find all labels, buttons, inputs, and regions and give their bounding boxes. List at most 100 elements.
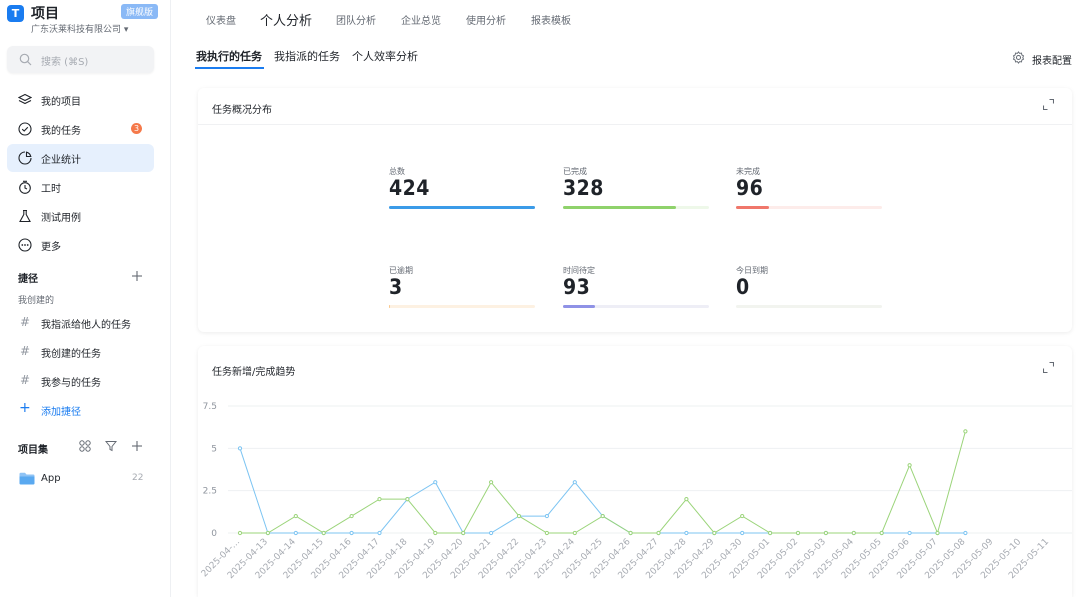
brand-header[interactable]: T 项目 旗舰版 广东沃莱科技有限公司 ▾	[7, 3, 167, 39]
stat-value: 93	[563, 275, 591, 299]
data-point	[963, 530, 968, 536]
add-shortcut-plus-icon[interactable]	[131, 270, 143, 282]
data-point	[684, 497, 689, 502]
subtab-executed-tasks[interactable]: 我执行的任务	[196, 48, 262, 64]
stat-progress-track	[389, 206, 535, 209]
tab-enterprise-overview[interactable]: 企业总览	[401, 12, 441, 27]
data-point	[489, 480, 494, 485]
y-tick-label: 7.5	[203, 402, 217, 412]
data-point	[349, 513, 354, 519]
gear-icon	[1012, 51, 1025, 64]
data-point	[544, 513, 549, 519]
org-switcher[interactable]: 广东沃莱科技有限公司 ▾	[31, 22, 128, 35]
folder-icon	[19, 472, 35, 485]
subtab-personal-efficiency[interactable]: 个人效率分析	[352, 48, 418, 64]
data-point	[795, 530, 801, 536]
stat-value: 0	[736, 275, 750, 299]
grid-view-icon[interactable]	[79, 440, 91, 452]
data-point	[879, 530, 884, 536]
nav-more[interactable]: 更多	[7, 231, 154, 259]
data-point	[740, 530, 745, 536]
data-point	[656, 530, 661, 536]
add-shortcut-button[interactable]: + 添加捷径	[7, 397, 154, 423]
project-item-app[interactable]: App 22	[7, 466, 154, 492]
data-point	[377, 497, 382, 502]
data-point	[600, 513, 605, 519]
task-overview-card: 任务概况分布 总数 424 已完成 328 未完成 96 已逾期 3 时间待定 …	[198, 88, 1072, 332]
search-placeholder: 搜索 (⌘S)	[41, 57, 89, 68]
data-point	[265, 530, 271, 536]
stat-value: 96	[736, 176, 764, 200]
nav-label: 更多	[41, 242, 61, 253]
nav-test-cases[interactable]: 测试用例	[7, 202, 154, 230]
data-point	[684, 530, 689, 536]
data-point	[768, 530, 773, 536]
add-shortcut-label: 添加捷径	[41, 407, 81, 418]
tab-dashboard[interactable]: 仪表盘	[206, 12, 236, 27]
search-icon	[19, 53, 32, 66]
shortcut-item[interactable]: # 我指派给他人的任务	[7, 310, 154, 336]
stat-progress-fill	[389, 206, 535, 209]
stat-value: 3	[389, 275, 403, 299]
data-point	[740, 513, 745, 519]
pie-chart-icon	[18, 151, 32, 165]
flask-icon	[19, 209, 31, 223]
stat-progress-fill	[563, 305, 595, 308]
data-point	[851, 530, 856, 536]
layers-icon	[18, 93, 32, 105]
project-label: App	[41, 473, 61, 484]
shortcut-item[interactable]: # 我创建的任务	[7, 339, 154, 365]
tab-personal-analysis[interactable]: 个人分析	[260, 10, 312, 29]
data-point	[712, 530, 717, 536]
data-point	[293, 513, 298, 519]
data-point	[907, 463, 912, 468]
shortcut-item[interactable]: # 我参与的任务	[7, 368, 154, 394]
nav-work-hours[interactable]: 工时	[7, 173, 154, 201]
data-point	[321, 530, 326, 536]
stat-value: 424	[389, 176, 430, 200]
nav-label: 测试用例	[41, 213, 81, 224]
card-divider	[198, 124, 1072, 125]
shortcut-label: 我指派给他人的任务	[41, 320, 131, 331]
nav-my-projects[interactable]: 我的项目	[7, 86, 154, 114]
report-config-label: 报表配置	[1032, 56, 1072, 67]
nav-label: 企业统计	[41, 155, 81, 166]
data-point	[935, 530, 940, 536]
data-point	[963, 429, 968, 434]
app-title: 项目	[31, 6, 59, 22]
app-logo-icon: T	[7, 5, 24, 22]
trend-line-chart[interactable]: 02.557.52025-04-…2025-04-132025-04-14202…	[198, 346, 1072, 597]
stat-progress-track	[736, 305, 882, 308]
data-point	[237, 530, 243, 536]
task-trend-card: 任务新增/完成趋势 0 2.5 5 7.5 2025-04-… 2025-04-13 202…	[198, 346, 1072, 597]
stat-progress-track	[389, 305, 535, 308]
project-count: 22	[132, 473, 144, 483]
subtab-assigned-tasks[interactable]: 我指派的任务	[274, 48, 340, 64]
nav-my-tasks[interactable]: 我的任务 3	[7, 115, 154, 143]
tab-team-analysis[interactable]: 团队分析	[336, 12, 376, 27]
search-box[interactable]: 搜索 (⌘S)	[7, 46, 154, 73]
stat-progress-fill	[736, 206, 769, 209]
data-point	[237, 446, 243, 451]
project-sets-heading: 项目集	[18, 445, 48, 456]
data-point	[823, 530, 829, 536]
data-point	[461, 530, 466, 536]
data-point	[405, 497, 410, 502]
hash-icon: #	[20, 315, 31, 329]
active-subtab-indicator	[195, 67, 264, 69]
shortcut-label: 我参与的任务	[41, 378, 101, 389]
add-project-plus-icon[interactable]	[131, 440, 143, 452]
hash-icon: #	[20, 344, 31, 358]
card-title: 任务概况分布	[212, 105, 272, 116]
stat-progress-fill	[563, 206, 676, 209]
tab-usage-analysis[interactable]: 使用分析	[466, 12, 506, 27]
filter-icon[interactable]	[105, 440, 117, 452]
tab-report-templates[interactable]: 报表模板	[531, 12, 571, 27]
shortcut-label: 我创建的任务	[41, 349, 101, 360]
expand-icon[interactable]	[1043, 99, 1054, 110]
data-point	[433, 530, 438, 536]
nav-enterprise-stats[interactable]: 企业统计	[7, 144, 154, 172]
y-tick-label: 0	[211, 529, 217, 539]
data-point	[349, 530, 354, 536]
task-count-badge: 3	[131, 123, 142, 134]
